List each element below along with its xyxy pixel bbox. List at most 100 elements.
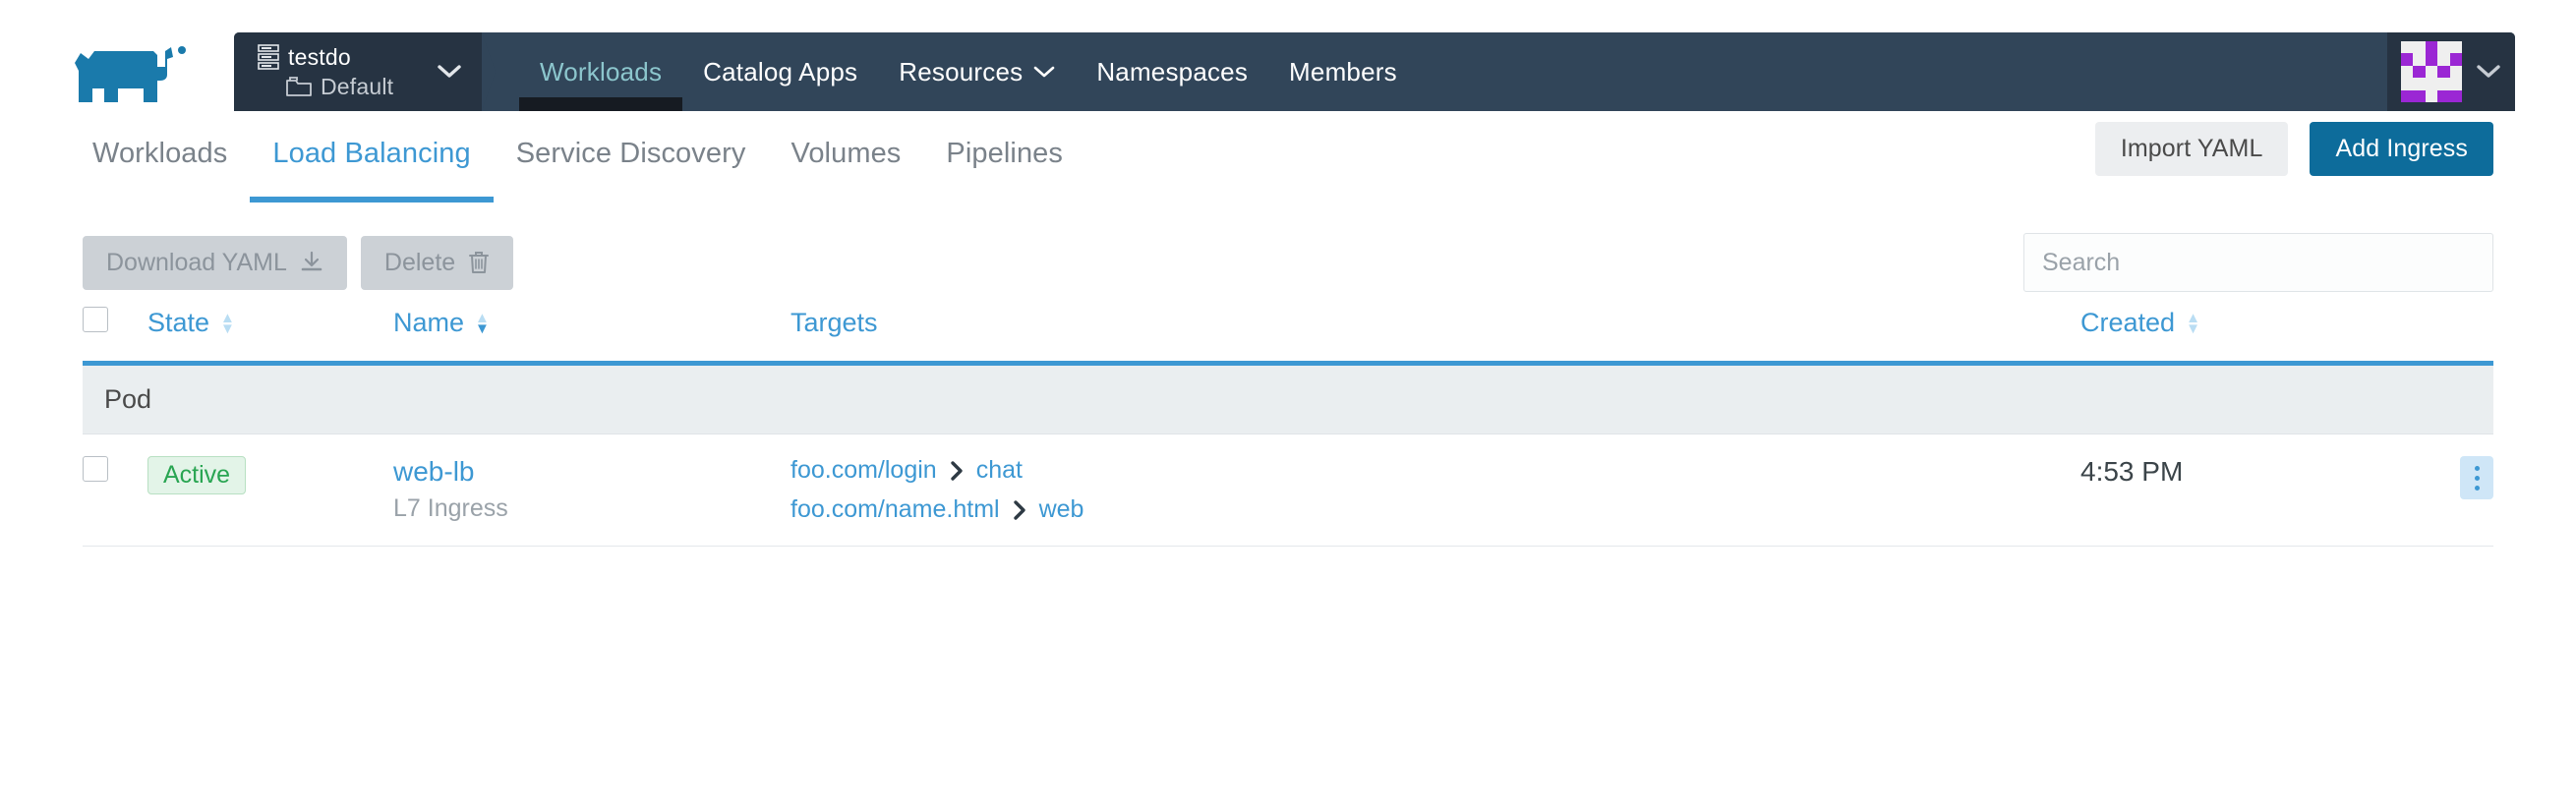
table-group-row: Pod — [83, 363, 2493, 434]
sort-toggle-created[interactable]: ▲ ▼ — [2186, 311, 2200, 337]
avatar-pixel — [2401, 53, 2414, 66]
table-body: Pod Active web-lb L7 Ingress foo.com/log… — [83, 363, 2493, 547]
column-header-actions — [2415, 307, 2493, 364]
nav-item-label: Members — [1289, 56, 1397, 87]
add-ingress-button[interactable]: Add Ingress — [2310, 122, 2493, 176]
status-badge: Active — [147, 456, 247, 494]
rancher-cow-logo-icon — [75, 46, 186, 102]
avatar-pixel — [2401, 89, 2414, 102]
header-bar: testdo Default Workloads Catalog Apps Re… — [234, 32, 2515, 111]
avatar-pixel — [2425, 53, 2438, 66]
nav-item-label: Resources — [899, 56, 1024, 87]
select-all-header — [83, 307, 147, 364]
ingress-table: State ▲ ▼ Name ▲ ▼ Targets Created ▲ ▼ P… — [83, 307, 2493, 547]
cell-targets: foo.com/login chat foo.com/name.html web — [790, 434, 2080, 547]
cell-created: 4:53 PM — [2080, 434, 2415, 547]
ingress-table-container: State ▲ ▼ Name ▲ ▼ Targets Created ▲ ▼ P… — [0, 307, 2576, 547]
sort-desc-icon: ▼ — [475, 319, 490, 337]
cell-state: Active — [147, 434, 393, 547]
column-label: Created — [2080, 308, 2176, 337]
nav-item-resources[interactable]: Resources — [878, 32, 1076, 111]
download-icon — [300, 251, 323, 274]
column-header-created[interactable]: Created ▲ ▼ — [2080, 307, 2415, 364]
tab-workloads[interactable]: Workloads — [92, 138, 250, 197]
kebab-menu-icon[interactable] — [2460, 456, 2493, 499]
tab-service-discovery[interactable]: Service Discovery — [494, 138, 769, 197]
row-select-cell — [83, 434, 147, 547]
delete-label: Delete — [383, 248, 456, 276]
chevron-right-icon — [1013, 499, 1026, 521]
nav-item-workloads[interactable]: Workloads — [519, 32, 683, 111]
table-head: State ▲ ▼ Name ▲ ▼ Targets Created ▲ ▼ — [83, 307, 2493, 364]
section-tabs: Workloads Load Balancing Service Discove… — [92, 138, 1085, 202]
select-all-checkbox[interactable] — [83, 307, 108, 332]
table-toolbar: Download YAML Delete — [0, 232, 2576, 293]
avatar-pixel — [2413, 41, 2425, 53]
avatar-pixel — [2426, 78, 2437, 89]
tab-label: Pipelines — [946, 138, 1064, 169]
nav-item-members[interactable]: Members — [1268, 32, 1418, 111]
avatar-pixel — [2413, 78, 2425, 89]
rancher-logo[interactable] — [67, 41, 195, 112]
search-input[interactable] — [2023, 233, 2493, 292]
column-label: Name — [393, 308, 465, 337]
user-chevron-down-icon[interactable] — [2476, 64, 2501, 80]
download-yaml-label: Download YAML — [106, 248, 287, 276]
avatar-pixel — [2401, 66, 2413, 78]
avatar-pixel — [2437, 89, 2450, 102]
column-header-name[interactable]: Name ▲ ▼ — [393, 307, 790, 364]
group-label: Pod — [83, 363, 2493, 434]
avatar-pixel — [2413, 65, 2426, 79]
avatar-pixel — [2437, 53, 2449, 65]
target-rule: foo.com/name.html web — [790, 495, 2080, 524]
import-yaml-button[interactable]: Import YAML — [2094, 122, 2289, 176]
download-yaml-button[interactable]: Download YAML — [83, 235, 347, 290]
avatar-pixel — [2426, 90, 2437, 102]
tab-label: Workloads — [92, 138, 228, 169]
avatar-pixel — [2401, 41, 2413, 53]
tab-volumes[interactable]: Volumes — [768, 138, 923, 197]
cluster-project-picker[interactable]: testdo Default — [234, 32, 482, 111]
target-host-link[interactable]: foo.com/login — [790, 456, 937, 485]
avatar-pixel — [2437, 65, 2450, 79]
sort-toggle-name[interactable]: ▲ ▼ — [475, 311, 490, 337]
row-checkbox[interactable] — [83, 456, 108, 482]
sort-toggle-state[interactable]: ▲ ▼ — [220, 311, 235, 337]
picker-chevron-down-icon[interactable] — [437, 64, 462, 80]
ingress-name-link[interactable]: web-lb — [393, 456, 790, 488]
user-menu[interactable] — [2387, 32, 2515, 111]
tab-load-balancing[interactable]: Load Balancing — [250, 138, 494, 202]
table-header-row: State ▲ ▼ Name ▲ ▼ Targets Created ▲ ▼ — [83, 307, 2493, 364]
avatar-pixel — [2450, 78, 2462, 89]
bulk-actions: Download YAML Delete — [83, 235, 514, 290]
column-header-state[interactable]: State ▲ ▼ — [147, 307, 393, 364]
target-service-link[interactable]: web — [1039, 495, 1084, 524]
avatar-pixel — [2450, 41, 2462, 53]
avatar-pixel — [2413, 89, 2426, 102]
cell-actions — [2415, 434, 2493, 547]
avatar-pixel — [2425, 41, 2438, 54]
chevron-right-icon — [950, 460, 964, 482]
nav-item-label: Workloads — [540, 56, 663, 87]
target-host-link[interactable]: foo.com/name.html — [790, 495, 1000, 524]
tab-label: Service Discovery — [515, 138, 746, 169]
nav-item-label: Catalog Apps — [703, 56, 858, 87]
nav-item-catalog-apps[interactable]: Catalog Apps — [682, 32, 878, 111]
cell-name: web-lb L7 Ingress — [393, 434, 790, 547]
target-service-link[interactable]: chat — [976, 456, 1023, 485]
nav-item-namespaces[interactable]: Namespaces — [1076, 32, 1268, 111]
avatar-pixel — [2449, 53, 2462, 66]
delete-button[interactable]: Delete — [360, 235, 514, 290]
avatar-pixel — [2437, 41, 2449, 53]
sort-desc-icon: ▼ — [2186, 319, 2200, 337]
sort-desc-icon: ▼ — [220, 319, 235, 337]
column-label: State — [147, 308, 210, 337]
table-row[interactable]: Active web-lb L7 Ingress foo.com/login c… — [83, 434, 2493, 547]
ingress-subtitle: L7 Ingress — [393, 494, 508, 522]
main-navigation: Workloads Catalog Apps Resources Namespa… — [482, 32, 2387, 111]
chevron-down-icon — [1033, 66, 1055, 79]
trash-icon — [468, 251, 490, 274]
avatar-pixel — [2426, 66, 2437, 78]
tab-pipelines[interactable]: Pipelines — [923, 138, 1085, 197]
top-header: testdo Default Workloads Catalog Apps Re… — [0, 0, 2576, 111]
